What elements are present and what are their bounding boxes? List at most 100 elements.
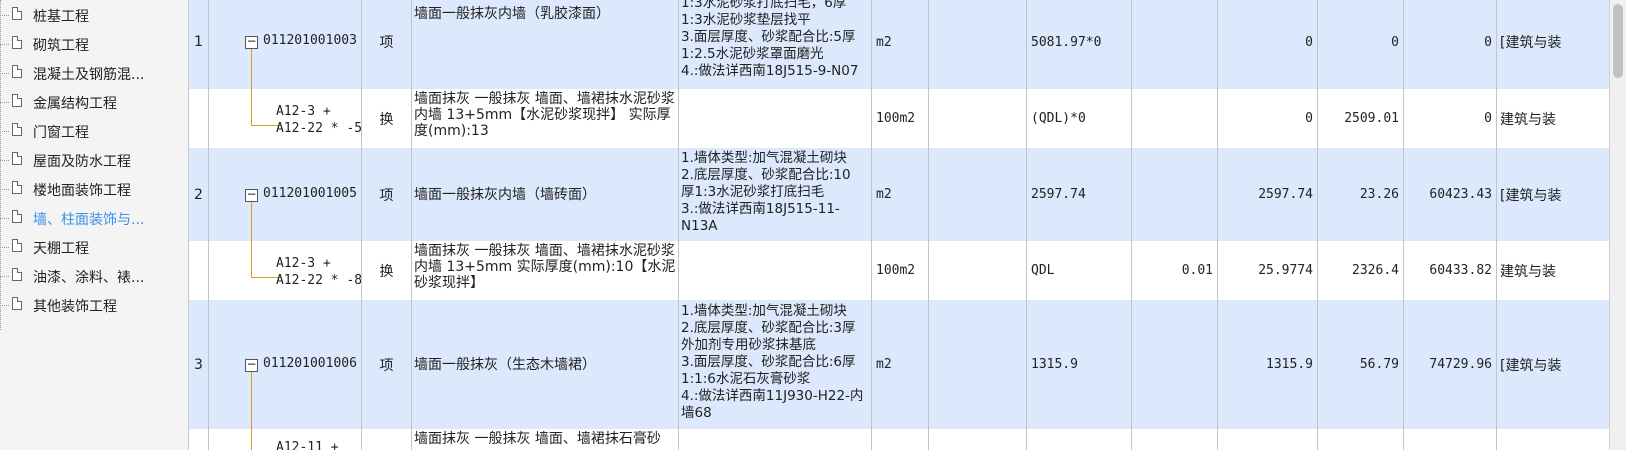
empty-cell[interactable]	[929, 0, 1027, 89]
quantity-expression-cell[interactable]: 5081.97*0	[1027, 0, 1132, 89]
item-feature-cell[interactable]: 1.墙体类型:加气混凝土砌块 2.底层厚度、砂浆配合比:3厚 外加剂专用砂浆抹基…	[679, 300, 872, 429]
item-feature-cell[interactable]: 1:3水泥砂浆打底扫毛，6厚 1:3水泥砂浆垫层找平 3.面层厚度、砂浆配合比:…	[679, 0, 872, 89]
tree-item[interactable]: 金属结构工程	[0, 91, 188, 113]
specialty-cell[interactable]: [建筑与装	[1497, 300, 1609, 429]
category-cell[interactable]: 换	[362, 89, 412, 148]
code-cell[interactable]: A12-3 + A12-22 * -5	[209, 89, 362, 148]
unit-price-cell[interactable]: 0	[1318, 0, 1404, 89]
quantity-cell[interactable]: 2597.74	[1218, 148, 1318, 241]
item-feature-cell[interactable]: 1.墙体类型:加气混凝土砌块 2.底层厚度、砂浆配合比:10 厚1:3水泥砂浆打…	[679, 148, 872, 241]
unit-cell[interactable]: m2	[872, 300, 929, 429]
coefficient-cell[interactable]	[1132, 429, 1218, 450]
specialty-cell[interactable]: [建筑与装	[1497, 0, 1609, 89]
vertical-scrollbar[interactable]	[1609, 0, 1626, 450]
collapse-minus-icon[interactable]: −	[245, 35, 258, 49]
coefficient-cell[interactable]	[1132, 0, 1218, 89]
item-name-cell[interactable]: 墙面一般抹灰（生态木墙裙）	[412, 300, 679, 429]
total-price-cell[interactable]: 74729.96	[1404, 300, 1497, 429]
total-price-cell[interactable]: 0	[1404, 0, 1497, 89]
row-index-cell[interactable]	[189, 429, 209, 450]
tree-item[interactable]: 天棚工程	[0, 236, 188, 258]
row-index-cell[interactable]: 2	[189, 148, 209, 241]
unit-cell[interactable]: m2	[872, 148, 929, 241]
quantity-expression-cell[interactable]: 2597.74	[1027, 148, 1132, 241]
collapse-minus-icon[interactable]: −	[245, 358, 258, 372]
category-cell[interactable]: 项	[362, 148, 412, 241]
quantity-cell[interactable]: 0	[1218, 0, 1318, 89]
quantity-cell[interactable]: 0	[1218, 89, 1318, 148]
row-index-cell[interactable]	[189, 89, 209, 148]
empty-cell[interactable]	[929, 429, 1027, 450]
item-feature-cell[interactable]	[679, 429, 872, 450]
unit-price-cell[interactable]: 23.26	[1318, 148, 1404, 241]
bill-item-row[interactable]: 1−011201001003 项墙面一般抹灰内墙（乳胶漆面） 1:3水泥砂浆打底扫毛…	[189, 0, 1609, 90]
quantity-expression-cell[interactable]: (QDL)*0	[1027, 89, 1132, 148]
code-cell[interactable]: −011201001005	[209, 148, 362, 241]
total-price-cell[interactable]	[1404, 429, 1497, 450]
tree-item[interactable]: 其他装饰工程	[0, 294, 188, 316]
tree-item[interactable]: 油漆、涂料、裱...	[0, 265, 188, 287]
item-name-cell[interactable]: 墙面抹灰 一般抹灰 墙面、墙裙抹水泥砂浆 内墙 13+5mm【水泥砂浆现拌】 实…	[412, 89, 679, 148]
specialty-cell[interactable]: [建筑与装	[1497, 148, 1609, 241]
unit-price-cell[interactable]: 2326.4	[1318, 241, 1404, 300]
quantity-cell[interactable]: 25.9774	[1218, 241, 1318, 300]
code-cell[interactable]: A12-11 +	[209, 429, 362, 450]
unit-cell[interactable]	[872, 429, 929, 450]
item-name-cell[interactable]: 墙面一般抹灰内墙（墙砖面）	[412, 148, 679, 241]
tree-item[interactable]: 桩基工程	[0, 4, 188, 26]
bill-item-row[interactable]: 3−011201001006 项墙面一般抹灰（生态木墙裙） 1.墙体类型:加气混凝土…	[189, 300, 1609, 430]
scrollbar-thumb[interactable]	[1613, 4, 1623, 78]
quantity-expression-cell[interactable]: 1315.9	[1027, 300, 1132, 429]
category-cell[interactable]: 项	[362, 0, 412, 89]
coefficient-cell[interactable]	[1132, 148, 1218, 241]
empty-cell[interactable]	[929, 89, 1027, 148]
code-cell[interactable]: −011201001003	[209, 0, 362, 89]
quota-sub-row[interactable]: A12-3 + A12-22 * -8 换墙面抹灰 一般抹灰 墙面、墙裙抹水泥砂浆…	[189, 241, 1609, 301]
tree-item[interactable]: 墙、柱面装饰与...	[0, 207, 188, 229]
empty-cell[interactable]	[929, 300, 1027, 429]
tree-item[interactable]: 门窗工程	[0, 120, 188, 142]
quantity-cell[interactable]: 1315.9	[1218, 300, 1318, 429]
tree-item[interactable]: 楼地面装饰工程	[0, 178, 188, 200]
empty-cell[interactable]	[929, 148, 1027, 241]
total-price-cell[interactable]: 0	[1404, 89, 1497, 148]
total-price-cell[interactable]: 60433.82	[1404, 241, 1497, 300]
row-index-cell[interactable]	[189, 241, 209, 300]
tree-item[interactable]: 砌筑工程	[0, 33, 188, 55]
unit-price-cell[interactable]	[1318, 429, 1404, 450]
unit-cell[interactable]: 100m2	[872, 241, 929, 300]
bill-item-row[interactable]: 2−011201001005 项墙面一般抹灰内墙（墙砖面） 1.墙体类型:加气混凝土…	[189, 148, 1609, 242]
empty-cell[interactable]	[929, 241, 1027, 300]
category-cell[interactable]: 项	[362, 300, 412, 429]
row-index-cell[interactable]: 1	[189, 0, 209, 89]
quantity-expression-cell[interactable]: QDL	[1027, 241, 1132, 300]
coefficient-cell[interactable]	[1132, 300, 1218, 429]
quantity-expression-cell[interactable]	[1027, 429, 1132, 450]
quota-sub-row[interactable]: A12-11 + 墙面抹灰 一般抹灰 墙面、墙裙抹石膏砂	[189, 429, 1609, 450]
unit-price-cell[interactable]: 56.79	[1318, 300, 1404, 429]
code-cell[interactable]: −011201001006	[209, 300, 362, 429]
unit-price-cell[interactable]: 2509.01	[1318, 89, 1404, 148]
specialty-cell[interactable]: 建筑与装	[1497, 89, 1609, 148]
item-name-cell[interactable]: 墙面抹灰 一般抹灰 墙面、墙裙抹水泥砂浆 内墙 13+5mm 实际厚度(mm):…	[412, 241, 679, 300]
category-cell[interactable]: 换	[362, 241, 412, 300]
row-index-cell[interactable]: 3	[189, 300, 209, 429]
item-name-cell[interactable]: 墙面一般抹灰内墙（乳胶漆面）	[412, 0, 679, 89]
tree-item[interactable]: 屋面及防水工程	[0, 149, 188, 171]
collapse-minus-icon[interactable]: −	[245, 188, 258, 202]
quota-sub-row[interactable]: A12-3 + A12-22 * -5 换墙面抹灰 一般抹灰 墙面、墙裙抹水泥砂浆…	[189, 89, 1609, 149]
specialty-cell[interactable]: 建筑与装	[1497, 241, 1609, 300]
item-feature-cell[interactable]	[679, 241, 872, 300]
total-price-cell[interactable]: 60423.43	[1404, 148, 1497, 241]
category-cell[interactable]	[362, 429, 412, 450]
unit-cell[interactable]: m2	[872, 0, 929, 89]
code-cell[interactable]: A12-3 + A12-22 * -8	[209, 241, 362, 300]
unit-cell[interactable]: 100m2	[872, 89, 929, 148]
item-name-cell[interactable]: 墙面抹灰 一般抹灰 墙面、墙裙抹石膏砂	[412, 429, 679, 450]
specialty-cell[interactable]	[1497, 429, 1609, 450]
tree-item[interactable]: 混凝土及钢筋混...	[0, 62, 188, 84]
item-feature-cell[interactable]	[679, 89, 872, 148]
coefficient-cell[interactable]	[1132, 89, 1218, 148]
coefficient-cell[interactable]: 0.01	[1132, 241, 1218, 300]
quantity-cell[interactable]	[1218, 429, 1318, 450]
